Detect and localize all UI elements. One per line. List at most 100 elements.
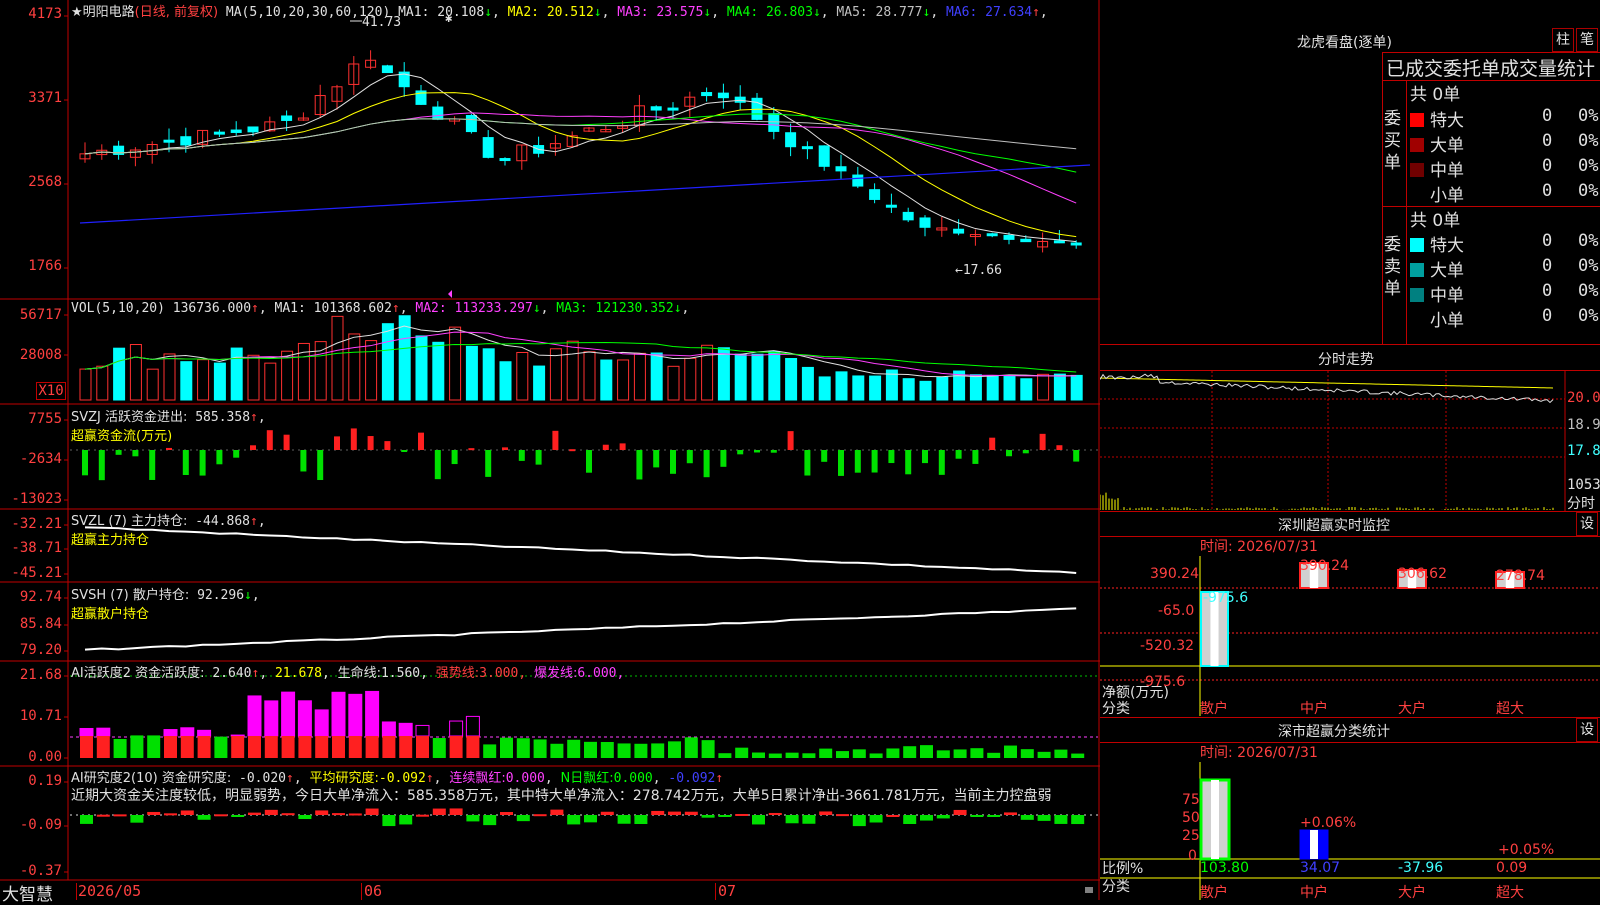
money-flow-bar	[300, 450, 307, 472]
activity-bar	[819, 748, 833, 758]
vol-arrow: ↑	[251, 301, 259, 316]
activity-bar-top	[197, 729, 212, 737]
ai-active-v2: 21.678	[274, 666, 322, 681]
money-flow-bar	[619, 443, 626, 450]
activity-bar	[550, 743, 564, 758]
money-flow-bar	[1022, 450, 1029, 454]
money-flow-bar	[602, 444, 609, 450]
nday-value: 0.000	[613, 771, 653, 786]
research-bar	[869, 815, 883, 823]
candle-body	[785, 132, 797, 148]
ma-value-6: MA6: 27.634	[938, 5, 1033, 20]
svzj-y-tick: 7755	[28, 411, 62, 427]
ma-value-3: MA3: 23.575	[609, 5, 704, 20]
research-bar	[819, 811, 833, 815]
money-flow-bar	[182, 450, 189, 475]
avg-label: 平均研究度:	[309, 771, 379, 786]
candle-body	[432, 106, 444, 120]
intraday-tick-4: 10538	[1567, 477, 1600, 493]
activity-bar-base	[466, 736, 480, 758]
candle-body	[852, 174, 864, 187]
research-bar	[768, 812, 782, 815]
activity-bar	[987, 752, 1001, 758]
szc-bar-highlight	[1211, 780, 1219, 859]
szc-bar-label: +0.06%	[1300, 815, 1357, 831]
nday-label: N日飘红:	[560, 771, 614, 786]
chart-area[interactable]: 41.73 ✱ ←17.66	[0, 0, 1100, 900]
date-divider	[76, 883, 77, 900]
svzj-y-tick: -2634	[19, 451, 62, 467]
vol-header: VOL(5,10,20) 136736.000↑, MA1: 101368.60…	[71, 301, 690, 316]
sz-monitor-settings-button[interactable]: 设	[1576, 512, 1598, 536]
row-count: 0	[1542, 281, 1553, 301]
vol-ma-arrow-3: ↓	[673, 301, 682, 316]
y-tick-marks	[64, 15, 68, 873]
research-bar	[802, 815, 816, 824]
candle-body	[801, 146, 813, 150]
divider	[1406, 80, 1407, 344]
research-extra: -0.092	[668, 771, 716, 786]
research-bar	[466, 815, 480, 822]
activity-bar	[1020, 749, 1034, 758]
activity-bar	[533, 739, 547, 758]
money-flow-bar	[871, 450, 878, 473]
vol-ma-values: MA1: 101368.602↑, MA2: 113233.297↓, MA3:…	[275, 301, 690, 316]
ai-active-header: AI活跃度2 资金活跃度: 2.640↑, 21.678, 生命线:1.560,…	[71, 666, 625, 681]
date-label-jul: 07	[718, 882, 737, 900]
stock-mode: (日线, 前复权)	[134, 5, 219, 20]
money-flow-bar	[653, 450, 660, 468]
money-flow-bar	[216, 450, 223, 465]
intraday-chart[interactable]	[1100, 371, 1600, 511]
pen-button[interactable]: 笔	[1576, 28, 1598, 52]
szc-value-2: 34.07	[1300, 860, 1341, 876]
activity-bar-base	[298, 736, 312, 758]
column-button[interactable]: 柱	[1552, 28, 1574, 52]
money-flow-bar	[922, 450, 928, 464]
activity-bar-base	[180, 736, 194, 758]
ai-research-arrow: ↑	[286, 771, 294, 786]
volume-bar	[734, 353, 747, 401]
money-flow-bar	[754, 450, 760, 453]
candle-body	[213, 131, 225, 135]
divider	[1100, 742, 1600, 743]
candle-body	[230, 129, 242, 133]
date-label-jun: 06	[364, 882, 383, 900]
research-bar	[248, 812, 261, 815]
life-label: 生命线:	[337, 666, 381, 681]
sz-class-settings-button[interactable]: 设	[1576, 718, 1598, 742]
activity-bar	[684, 737, 698, 758]
price-ma-line	[84, 73, 1077, 243]
dragon-tiger-title: 龙虎看盘(逐单)	[1297, 35, 1392, 51]
activity-bar	[953, 749, 967, 758]
money-flow-bar	[989, 437, 996, 450]
activity-bar-top	[465, 715, 480, 737]
ma-sep: ,	[492, 5, 500, 20]
legend-square-icon	[1410, 113, 1424, 127]
szc-value-4: 0.09	[1496, 860, 1528, 876]
svzj-arrow: ↑	[250, 410, 258, 425]
money-flow-bar	[518, 450, 525, 461]
activity-bar	[903, 746, 917, 758]
research-note: 近期大资金关注度较低，明显弱势，今日大单净流入：585.358万元，其中特大单净…	[71, 788, 1052, 804]
row-name: 大单	[1430, 261, 1464, 281]
volume-bar	[331, 315, 344, 401]
research-bar	[1004, 812, 1017, 815]
ai-y-tick: 21.68	[19, 667, 62, 683]
volume-bar	[465, 345, 478, 401]
ai-active-title: AI活跃度2 资金活跃度:	[71, 666, 205, 681]
activity-bars	[79, 690, 1085, 758]
activity-bar	[1004, 745, 1017, 758]
activity-bar	[1037, 751, 1051, 758]
money-flow-bar	[266, 430, 273, 450]
strong-label: 强势线:	[435, 666, 480, 681]
avg-value: -0.092	[378, 771, 426, 786]
research-bar	[449, 808, 463, 815]
price-ma-line	[84, 112, 1077, 204]
intraday-title: 分时走势	[1318, 352, 1374, 368]
date-label-may: 2026/05	[78, 882, 142, 900]
research-bar	[920, 815, 933, 821]
activity-bar-base	[399, 736, 413, 758]
activity-bar	[113, 738, 127, 758]
row-pct: 0%	[1578, 156, 1599, 176]
price-y-tick: 2568	[28, 174, 62, 190]
